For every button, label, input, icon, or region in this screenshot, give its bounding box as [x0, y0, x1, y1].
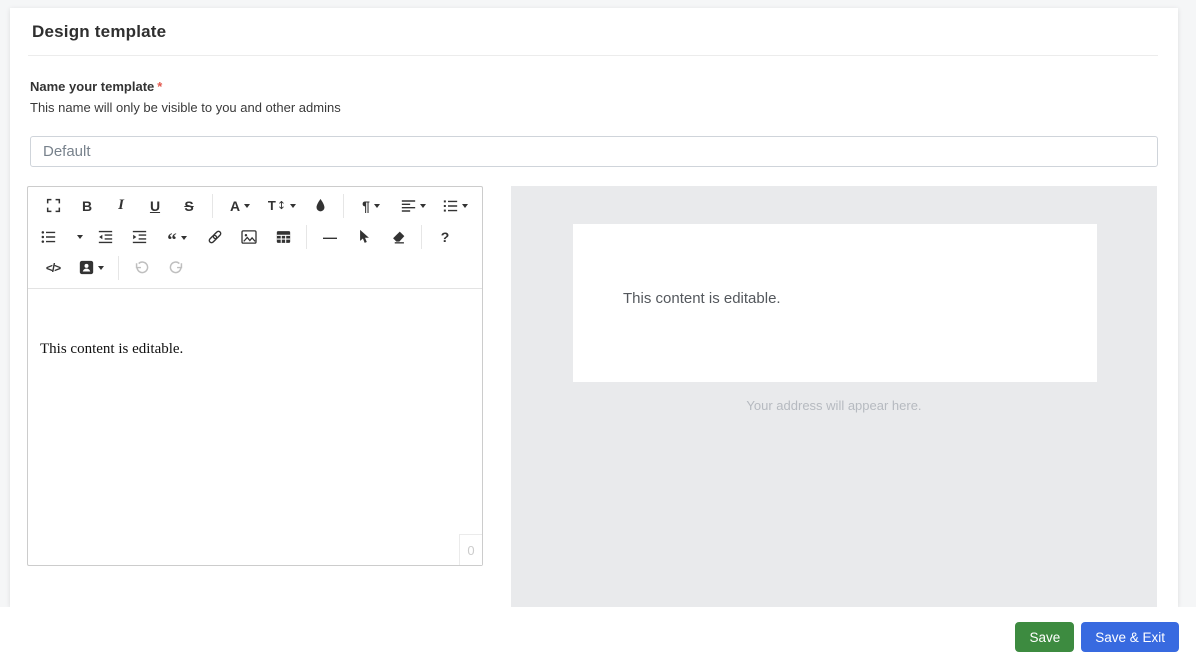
chevron-down-icon	[462, 204, 468, 208]
save-button[interactable]: Save	[1015, 622, 1074, 652]
toolbar-separator	[421, 225, 422, 249]
fullscreen-icon[interactable]	[39, 193, 67, 219]
template-preview-panel: This content is editable. Your address w…	[511, 186, 1157, 607]
footer-bar: Save Save & Exit	[0, 607, 1196, 660]
insert-table-icon[interactable]	[269, 224, 297, 250]
editor-toolbar: B I U S A T↕ ¶	[28, 187, 482, 289]
toolbar-separator	[212, 194, 213, 218]
bold-button[interactable]: B	[73, 193, 101, 219]
horizontal-line-button[interactable]: —	[316, 224, 344, 250]
preview-text: This content is editable.	[573, 224, 1097, 307]
toolbar-row-1: B I U S A T↕ ¶	[36, 190, 474, 221]
toolbar-separator	[118, 256, 119, 280]
title-divider	[28, 55, 1158, 56]
chevron-down-icon	[420, 204, 426, 208]
toolbar-separator	[306, 225, 307, 249]
unordered-list-button[interactable]	[39, 224, 85, 250]
font-size-button[interactable]: T↕	[264, 193, 300, 219]
select-all-icon[interactable]	[350, 224, 378, 250]
code-view-button[interactable]: </>	[39, 255, 67, 281]
address-placeholder-text: Your address will appear here.	[511, 398, 1157, 413]
rich-text-editor: B I U S A T↕ ¶	[27, 186, 483, 566]
template-name-helper: This name will only be visible to you an…	[30, 100, 341, 115]
footer-buttons: Save Save & Exit	[1015, 622, 1179, 652]
required-asterisk: *	[157, 79, 162, 94]
ordered-list-button[interactable]	[437, 193, 473, 219]
text-color-button[interactable]: A	[222, 193, 258, 219]
chevron-down-icon	[98, 266, 104, 270]
clear-formatting-icon[interactable]	[384, 224, 412, 250]
align-button[interactable]	[395, 193, 431, 219]
color-droplet-icon[interactable]	[306, 193, 334, 219]
merge-card-icon	[79, 260, 94, 275]
chevron-down-icon	[77, 235, 83, 239]
toolbar-row-3: </>	[36, 252, 474, 283]
help-button[interactable]: ?	[431, 224, 459, 250]
outdent-icon[interactable]	[91, 224, 119, 250]
undo-icon[interactable]	[128, 255, 156, 281]
toolbar-row-2: “ — ?	[36, 221, 474, 252]
preview-content-box: This content is editable.	[573, 224, 1097, 382]
indent-icon[interactable]	[125, 224, 153, 250]
quote-button[interactable]: “	[159, 224, 195, 250]
merge-card-button[interactable]	[73, 255, 109, 281]
chevron-down-icon	[290, 204, 296, 208]
chevron-down-icon	[374, 204, 380, 208]
insert-image-icon[interactable]	[235, 224, 263, 250]
chevron-down-icon	[181, 236, 187, 240]
underline-button[interactable]: U	[141, 193, 169, 219]
template-name-label: Name your template*	[30, 79, 162, 94]
editor-content-area[interactable]: This content is editable.	[28, 289, 482, 565]
redo-icon[interactable]	[162, 255, 190, 281]
editor-text[interactable]: This content is editable.	[40, 341, 468, 358]
design-template-card: Design template Name your template* This…	[10, 8, 1178, 607]
strikethrough-button[interactable]: S	[175, 193, 203, 219]
template-name-input[interactable]	[30, 136, 1158, 167]
paragraph-format-button[interactable]: ¶	[353, 193, 389, 219]
italic-button[interactable]: I	[107, 193, 135, 219]
chevron-down-icon	[244, 204, 250, 208]
save-exit-button[interactable]: Save & Exit	[1081, 622, 1179, 652]
page-title: Design template	[32, 22, 166, 42]
insert-link-icon[interactable]	[201, 224, 229, 250]
toolbar-separator	[343, 194, 344, 218]
char-counter: 0	[459, 534, 482, 565]
